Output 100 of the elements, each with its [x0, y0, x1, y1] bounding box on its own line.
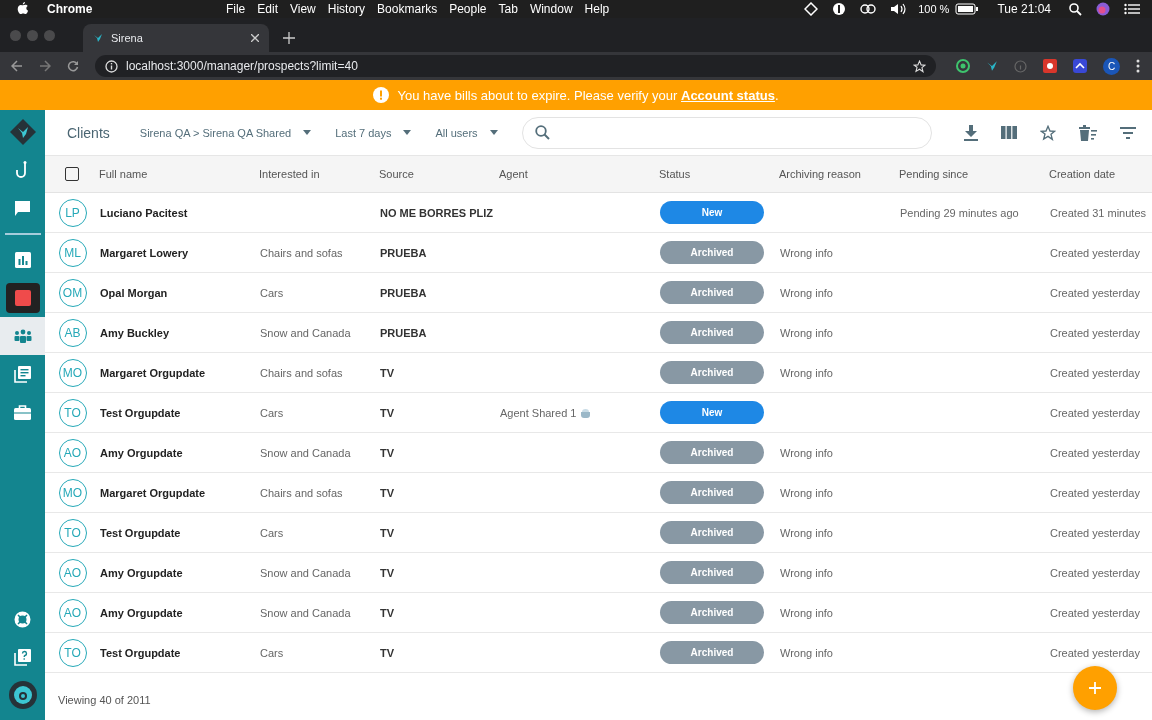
link-icon[interactable] — [860, 3, 877, 15]
clock[interactable]: Tue 21:04 — [997, 2, 1051, 16]
table-cell: TV — [380, 446, 395, 459]
status-badge: Archived — [660, 601, 764, 624]
banner-message: You have bills about to expire. Please verify your Account status. — [397, 87, 779, 103]
client-name[interactable]: Margaret Orgupdate — [100, 366, 206, 379]
select-all-checkbox[interactable] — [65, 167, 79, 181]
menu-item[interactable]: People — [449, 2, 487, 16]
more-icon[interactable] — [1136, 59, 1140, 73]
extension-icon[interactable] — [1043, 59, 1057, 73]
client-name[interactable]: Amy Orgupdate — [100, 446, 183, 459]
table-cell: TV — [380, 406, 395, 419]
column-header[interactable]: Pending since — [899, 168, 1049, 180]
ring-icon[interactable] — [832, 2, 847, 16]
column-header[interactable]: Creation date — [1049, 168, 1116, 180]
table-cell: Created yesterday — [1050, 286, 1140, 299]
menu-item[interactable]: Tab — [498, 2, 518, 16]
menu-item[interactable]: Edit — [257, 2, 278, 16]
client-name[interactable]: Margaret Orgupdate — [100, 486, 206, 499]
star-icon[interactable] — [1039, 124, 1056, 141]
table-cell: Wrong info — [780, 366, 833, 379]
client-name[interactable]: Opal Morgan — [100, 286, 168, 299]
reload-icon[interactable] — [67, 60, 79, 72]
column-header[interactable]: Interested in — [259, 168, 379, 180]
plus-icon[interactable] — [283, 32, 295, 44]
client-name[interactable]: Margaret Lowery — [100, 246, 189, 259]
table-cell: TV — [380, 486, 395, 499]
sidebar-item[interactable] — [0, 317, 45, 355]
apple-icon[interactable] — [17, 2, 29, 16]
orb-icon[interactable] — [1096, 2, 1110, 16]
table-cell: Wrong info — [780, 566, 833, 579]
columns-icon[interactable] — [1000, 126, 1017, 139]
page-title: Clients — [67, 124, 110, 141]
menu-item[interactable]: File — [225, 2, 246, 16]
status-badge: Archived — [660, 561, 764, 584]
target-icon[interactable] — [956, 59, 970, 73]
record-count: Viewing 40 of 2011 — [58, 694, 151, 706]
table-cell: Created yesterday — [1050, 486, 1140, 499]
help-icon — [14, 648, 31, 666]
list-icon[interactable] — [1124, 3, 1140, 15]
client-name[interactable]: Test Orgupdate — [100, 526, 181, 539]
client-name[interactable]: Amy Buckley — [100, 326, 170, 339]
column-header[interactable]: Status — [659, 168, 779, 180]
client-name[interactable]: Amy Orgupdate — [100, 606, 183, 619]
menu-item[interactable]: Help — [584, 2, 610, 16]
profile-avatar[interactable]: C — [1103, 57, 1120, 75]
menu-item[interactable]: Window — [529, 2, 573, 16]
briefcase-icon — [14, 404, 31, 420]
table-cell: Created yesterday — [1050, 246, 1140, 259]
table-cell: Created yesterday — [1050, 326, 1140, 339]
filter-dropdown[interactable]: Sirena QA > Sirena QA Shared — [139, 122, 312, 143]
battery-icon[interactable] — [955, 3, 980, 15]
table-cell: Wrong info — [780, 326, 833, 339]
table-cell: Created yesterday — [1050, 646, 1140, 659]
bird-icon[interactable] — [986, 60, 998, 72]
menu-item[interactable]: Bookmarks — [377, 2, 438, 16]
delete-list-icon[interactable] — [1078, 124, 1097, 141]
table-cell: PRUEBA — [380, 286, 427, 299]
table-cell: Created yesterday — [1050, 606, 1140, 619]
back-arrow-icon[interactable] — [11, 60, 23, 72]
client-name[interactable]: Luciano Pacitest — [100, 206, 188, 219]
agent-name: Agent Shared 1 — [500, 406, 577, 419]
pot-icon — [580, 407, 592, 418]
plus-icon — [1088, 681, 1102, 695]
table-cell: Created yesterday — [1050, 446, 1140, 459]
chat-icon — [14, 199, 31, 217]
client-name[interactable]: Test Orgupdate — [100, 646, 181, 659]
table-cell: TV — [380, 606, 395, 619]
filter-dropdown[interactable]: All users — [435, 122, 498, 143]
menu-item[interactable]: View — [289, 2, 316, 16]
close-icon[interactable] — [251, 34, 259, 42]
column-header[interactable]: Source — [379, 168, 499, 180]
user-avatar — [8, 681, 37, 709]
chart-icon — [14, 252, 31, 268]
extension-icon[interactable] — [1073, 59, 1087, 73]
menu-item[interactable]: History — [327, 2, 366, 16]
documents-icon — [14, 365, 31, 383]
filter-dropdown[interactable]: Last 7 days — [335, 122, 412, 143]
filter-icon[interactable] — [1119, 126, 1136, 139]
client-name[interactable]: Test Orgupdate — [100, 406, 181, 419]
download-icon[interactable] — [963, 124, 978, 141]
column-header[interactable]: Archiving reason — [779, 168, 899, 180]
browser-tab[interactable]: Sirena — [83, 24, 269, 52]
table-cell: Created yesterday — [1050, 566, 1140, 579]
app-menu[interactable]: Chrome — [47, 2, 214, 16]
column-header[interactable]: Full name — [99, 168, 259, 180]
table-cell: Chairs and sofas — [260, 366, 343, 379]
search-icon[interactable] — [1069, 2, 1082, 16]
table-cell: Wrong info — [780, 446, 833, 459]
logo-icon[interactable] — [9, 119, 36, 145]
status-badge: Archived — [660, 281, 764, 304]
table-cell: TV — [380, 526, 395, 539]
sidebar-item[interactable] — [5, 283, 40, 313]
caret-icon — [303, 130, 312, 135]
table-cell: Created yesterday — [1050, 526, 1140, 539]
forward-arrow-icon[interactable] — [39, 60, 51, 72]
table-cell: Snow and Canada — [260, 606, 351, 619]
column-header[interactable]: Agent — [499, 168, 659, 180]
volume-icon[interactable] — [890, 3, 909, 15]
client-name[interactable]: Amy Orgupdate — [100, 566, 183, 579]
